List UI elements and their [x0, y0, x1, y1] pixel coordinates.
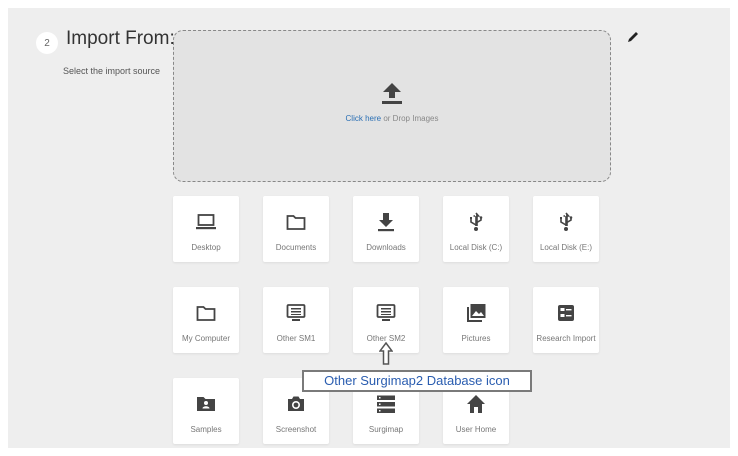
tile-desktop[interactable]: Desktop: [173, 196, 239, 262]
tile-research-import[interactable]: Research Import: [533, 287, 599, 353]
tooltip-arrow-icon: [379, 342, 393, 365]
user-folder-icon: [197, 397, 215, 411]
tile-my-computer[interactable]: My Computer: [173, 287, 239, 353]
tile-label: Local Disk (C:): [449, 243, 503, 252]
tile-other-sm1[interactable]: Other SM1: [263, 287, 329, 353]
tile-label: Other SM1: [276, 334, 316, 343]
section-title: Import From:: [66, 28, 175, 49]
click-here-link[interactable]: Click here: [346, 114, 382, 123]
tile-label: Local Disk (E:): [539, 243, 592, 252]
tile-local-disk-e[interactable]: Local Disk (E:): [533, 196, 599, 262]
tooltip: Other Surgimap2 Database icon: [302, 370, 532, 392]
tile-documents[interactable]: Documents: [263, 196, 329, 262]
usb-icon: [560, 212, 573, 231]
tile-pictures[interactable]: Pictures: [443, 287, 509, 353]
tile-label: Research Import: [536, 334, 596, 343]
tile-label: Samples: [190, 425, 222, 434]
tile-label: Pictures: [461, 334, 491, 343]
database-monitor-icon: [286, 304, 306, 321]
camera-icon: [288, 396, 304, 411]
image-dropzone[interactable]: Click here or Drop Images: [173, 30, 611, 182]
upload-icon: [382, 83, 402, 104]
folder-icon: [286, 215, 306, 230]
dropzone-hint: or Drop Images: [381, 114, 439, 123]
download-icon: [378, 213, 394, 232]
dropzone-text: Click here or Drop Images: [174, 114, 610, 123]
tile-label: User Home: [455, 425, 497, 434]
tile-downloads[interactable]: Downloads: [353, 196, 419, 262]
home-icon: [467, 395, 485, 413]
tile-label: My Computer: [181, 334, 230, 343]
tile-label: Downloads: [366, 243, 406, 252]
tile-label: Documents: [275, 243, 317, 252]
research-import-icon: [558, 305, 574, 321]
tile-samples[interactable]: Samples: [173, 378, 239, 444]
laptop-icon: [196, 214, 216, 230]
edit-icon[interactable]: [626, 30, 640, 44]
list-icon: [377, 395, 395, 413]
step-number-badge: 2: [36, 32, 58, 54]
usb-icon: [470, 212, 483, 231]
pictures-icon: [467, 304, 486, 322]
tile-local-disk-c[interactable]: Local Disk (C:): [443, 196, 509, 262]
section-subtitle: Select the import source: [63, 66, 161, 76]
tile-label: Desktop: [191, 243, 221, 252]
folder-icon: [196, 306, 216, 321]
tile-label: Screenshot: [275, 425, 317, 434]
database-monitor-icon: [376, 304, 396, 321]
tile-label: Surgimap: [368, 425, 404, 434]
